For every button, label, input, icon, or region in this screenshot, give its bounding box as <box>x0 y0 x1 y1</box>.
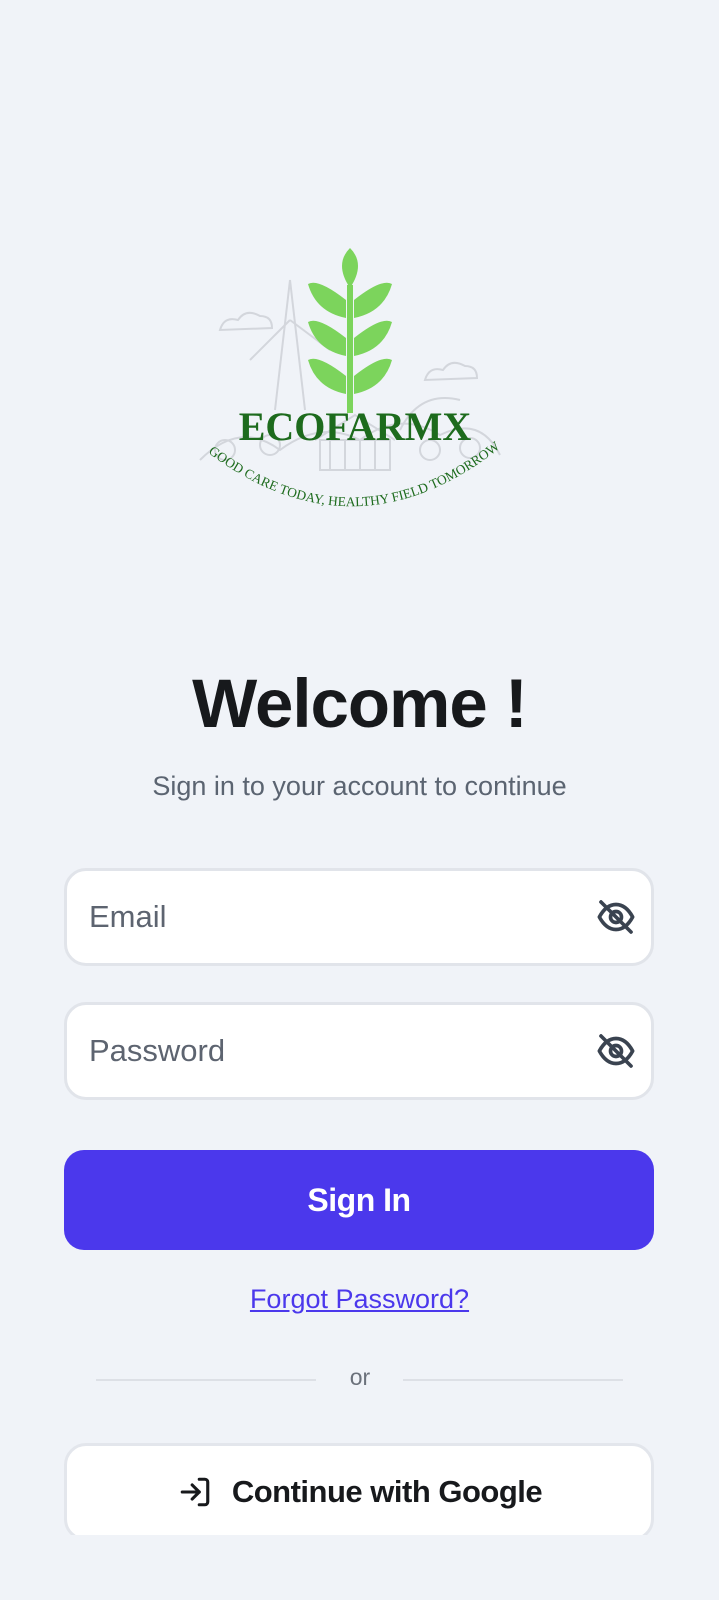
login-arrow-icon <box>176 1475 214 1509</box>
divider-label: or <box>349 1364 371 1390</box>
divider-line-left <box>96 1379 316 1381</box>
brand-logo: ECOFARMX GOOD CARE TODAY, HEALTHY FIELD … <box>180 240 530 550</box>
password-field <box>64 1002 654 1100</box>
eye-off-icon[interactable] <box>595 1031 637 1071</box>
continue-with-google-button[interactable]: Continue with Google <box>64 1443 654 1541</box>
brand-name: ECOFARMX <box>239 404 472 449</box>
divider-line-right <box>403 1379 623 1381</box>
forgot-password-row: Forgot Password? <box>0 1284 719 1315</box>
eye-off-icon[interactable] <box>595 897 637 937</box>
bottom-area <box>0 1535 719 1600</box>
email-input[interactable] <box>89 871 559 963</box>
password-input[interactable] <box>89 1005 559 1097</box>
page-subtitle: Sign in to your account to continue <box>152 771 567 801</box>
page-title: Welcome ! <box>192 665 528 742</box>
sign-in-button[interactable]: Sign In <box>64 1150 654 1250</box>
wheat-leaf-logo: ECOFARMX GOOD CARE TODAY, HEALTHY FIELD … <box>199 248 502 509</box>
wheat-leaves <box>308 248 392 413</box>
google-button-label: Continue with Google <box>231 1474 543 1509</box>
forgot-password-link[interactable]: Forgot Password? <box>250 1284 469 1314</box>
email-field <box>64 868 654 966</box>
